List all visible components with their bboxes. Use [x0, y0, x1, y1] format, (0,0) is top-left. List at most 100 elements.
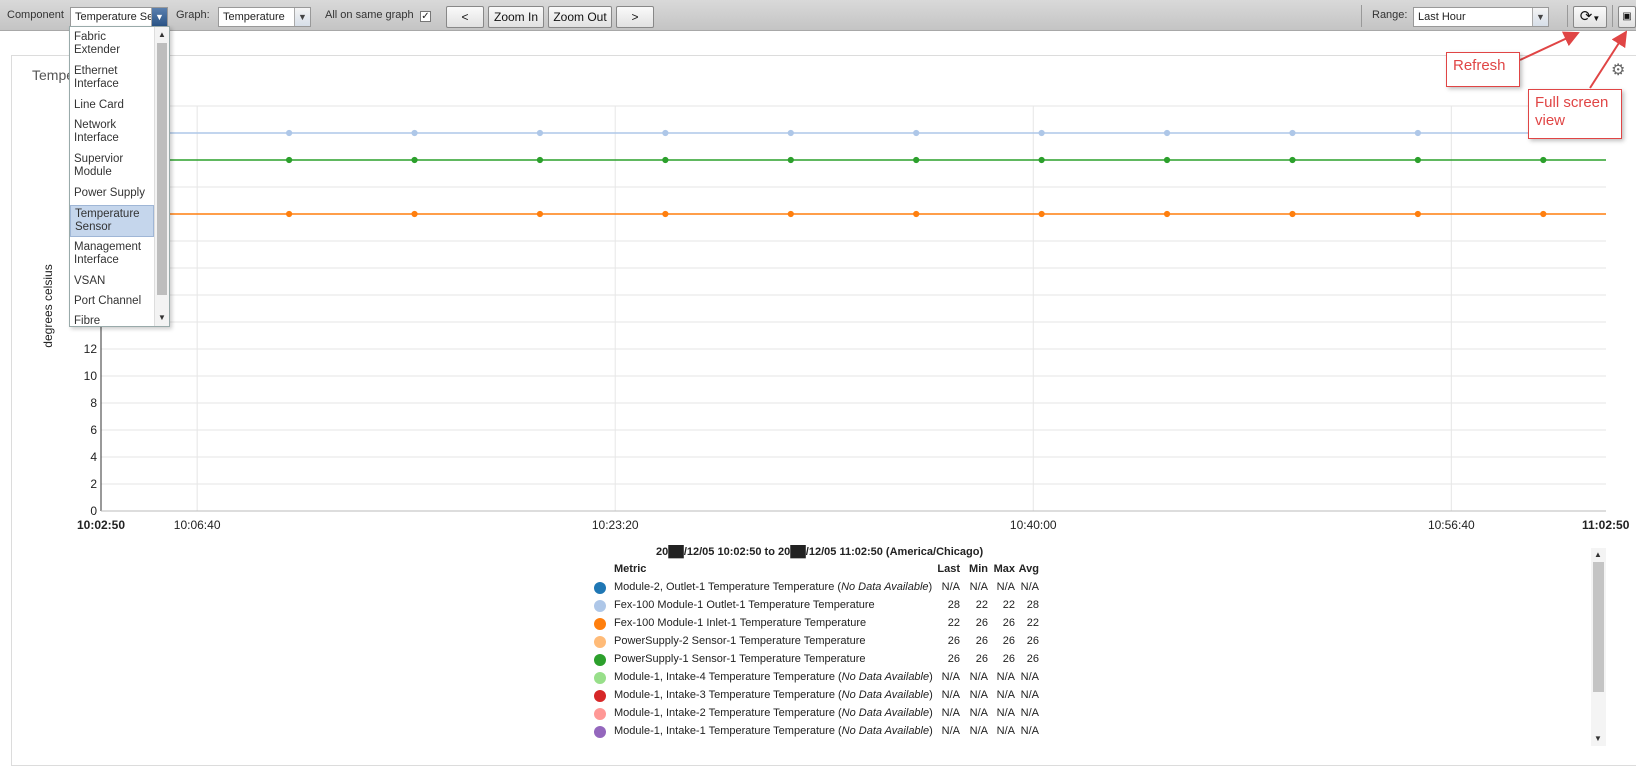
dropdown-option[interactable]: VSAN	[70, 273, 154, 291]
scroll-down-icon[interactable]: ▼	[1591, 732, 1605, 746]
scroll-up-icon[interactable]: ▲	[155, 28, 169, 42]
component-dropdown-list[interactable]: ▲ ▼ Fabric Extender Ethernet Interface Line …	[69, 26, 170, 327]
legend-min-value: N/A	[969, 689, 988, 701]
dropdown-option-label: Management	[74, 241, 142, 253]
chart-axes	[100, 106, 1606, 512]
dropdown-option[interactable]: Network Interface	[70, 117, 154, 149]
temperature-chart: 0 2 4 6 8 10 12 10:02:50 10:06:40 10:23:20 10:40:0…	[41, 105, 1630, 532]
legend-color-dot	[594, 636, 606, 648]
series-point	[1414, 156, 1421, 164]
series-point	[411, 129, 418, 137]
legend-color-dot	[594, 672, 606, 684]
fullscreen-callout-line2: view	[1535, 112, 1566, 129]
legend-row[interactable]: Module-1, Intake-3 Temperature Temperatu…	[590, 686, 1050, 704]
legend-scroll-thumb[interactable]	[1593, 562, 1604, 692]
legend-row[interactable]: Module-2, Outlet-1 Temperature Temperatu…	[590, 578, 1050, 596]
series-point	[1414, 210, 1421, 218]
dropdown-option-label: Power Supply	[74, 187, 145, 199]
legend-last-value: N/A	[941, 581, 960, 593]
legend-metric-name: Module-1, Intake-4 Temperature Temperatu…	[614, 671, 933, 683]
series-point	[411, 210, 418, 218]
x-tick-label: 10:02:50	[77, 518, 125, 532]
legend-last-value: N/A	[941, 725, 960, 737]
dropdown-option[interactable]: Port Channel	[70, 293, 154, 311]
series-point	[536, 210, 544, 218]
chart-series	[101, 129, 1606, 218]
legend-row[interactable]: Fex-100 Module-1 Outlet-1 Temperature Te…	[590, 596, 1050, 614]
series-point	[787, 129, 794, 137]
chart-grid	[101, 105, 1606, 512]
legend-row[interactable]: PowerSupply-2 Sensor-1 Temperature Tempe…	[590, 632, 1050, 650]
legend-last-value: 28	[947, 599, 960, 611]
series-point	[536, 156, 544, 164]
legend-min-value: 26	[975, 617, 988, 629]
legend-metric-name: Fex-100 Module-1 Inlet-1 Temperature Tem…	[614, 617, 867, 629]
y-tick-label: 6	[90, 423, 97, 437]
legend-min-value: N/A	[969, 707, 988, 719]
legend-color-dot	[594, 600, 606, 612]
dropdown-option[interactable]: Power Supply	[70, 185, 154, 203]
y-tick-label: 10	[84, 369, 98, 383]
legend-row[interactable]: Module-1, Intake-2 Temperature Temperatu…	[590, 704, 1050, 722]
scroll-down-icon[interactable]: ▼	[155, 311, 169, 325]
dropdown-option[interactable]: Fibre	[70, 313, 154, 327]
dropdown-option[interactable]: Supervior Module	[70, 151, 154, 183]
dropdown-option[interactable]: Temperature Sensor	[70, 205, 154, 237]
dropdown-option[interactable]: Management Interface	[70, 239, 154, 271]
dropdown-option[interactable]: Ethernet Interface	[70, 63, 154, 95]
legend-metric-name: Module-2, Outlet-1 Temperature Temperatu…	[614, 581, 933, 593]
legend-row[interactable]: Fex-100 Module-1 Inlet-1 Temperature Tem…	[590, 614, 1050, 632]
dropdown-scrollbar[interactable]: ▲ ▼	[154, 27, 169, 326]
series-point	[1414, 129, 1421, 137]
series-point	[286, 129, 293, 137]
series-point	[1163, 210, 1171, 218]
legend-row[interactable]: Module-1, Intake-1 Temperature Temperatu…	[590, 722, 1050, 740]
x-tick-label: 10:56:40	[1428, 518, 1475, 532]
series-point	[411, 156, 418, 164]
scroll-up-icon[interactable]: ▲	[1591, 548, 1605, 562]
legend-last-value: N/A	[941, 689, 960, 701]
legend-row[interactable]: Module-1, Intake-4 Temperature Temperatu…	[590, 668, 1050, 686]
series-point	[662, 210, 669, 218]
dropdown-option-label: Supervior	[74, 153, 124, 165]
legend-metric-name: PowerSupply-1 Sensor-1 Temperature Tempe…	[614, 653, 866, 665]
legend-metric-name: Module-1, Intake-3 Temperature Temperatu…	[614, 689, 933, 701]
legend-color-dot	[594, 690, 606, 702]
series-point	[1038, 156, 1045, 164]
legend-metric-name: Fex-100 Module-1 Outlet-1 Temperature Te…	[614, 599, 875, 611]
y-axis-label: degrees celsius	[41, 264, 55, 347]
legend-metric-note: No Data Available	[841, 581, 929, 593]
y-tick-label: 2	[90, 477, 97, 491]
series-point	[286, 210, 293, 218]
series-point	[787, 210, 794, 218]
dropdown-option[interactable]: Line Card	[70, 97, 154, 115]
series-point	[1038, 129, 1045, 137]
series-point	[1289, 129, 1296, 137]
series-point	[1163, 156, 1171, 164]
legend-avg-value: 28	[1026, 599, 1039, 611]
dropdown-scroll-thumb[interactable]	[157, 43, 167, 295]
legend-scrollbar[interactable]: ▲ ▼	[1591, 548, 1606, 746]
y-tick-label: 0	[90, 504, 97, 518]
dropdown-option-label: Fibre	[74, 315, 101, 327]
legend-avg-value: 26	[1026, 635, 1039, 647]
dropdown-option-label: Network	[74, 119, 117, 131]
legend-min-value: 22	[975, 599, 988, 611]
legend-avg-value: N/A	[1020, 671, 1039, 683]
dropdown-option-label: Ethernet	[74, 65, 118, 77]
legend-metric-note: No Data Available	[841, 725, 930, 737]
legend-header-last: Last	[937, 563, 960, 575]
series-point	[913, 156, 920, 164]
dropdown-option-label: Interface	[74, 78, 119, 90]
legend-min-value: 26	[975, 635, 988, 647]
legend-last-value: N/A	[941, 707, 960, 719]
dropdown-option-label: Interface	[74, 132, 119, 144]
legend-metric-name: PowerSupply-2 Sensor-1 Temperature Tempe…	[614, 635, 866, 647]
refresh-callout-text: Refresh	[1453, 57, 1506, 74]
legend-avg-value: N/A	[1020, 581, 1039, 593]
dropdown-option-label: Extender	[74, 44, 121, 56]
dropdown-option[interactable]: Fabric Extender	[70, 29, 154, 61]
y-tick-label: 12	[84, 342, 98, 356]
legend-row[interactable]: PowerSupply-1 Sensor-1 Temperature Tempe…	[590, 650, 1050, 668]
fullscreen-callout: Full screen view	[1528, 89, 1622, 139]
